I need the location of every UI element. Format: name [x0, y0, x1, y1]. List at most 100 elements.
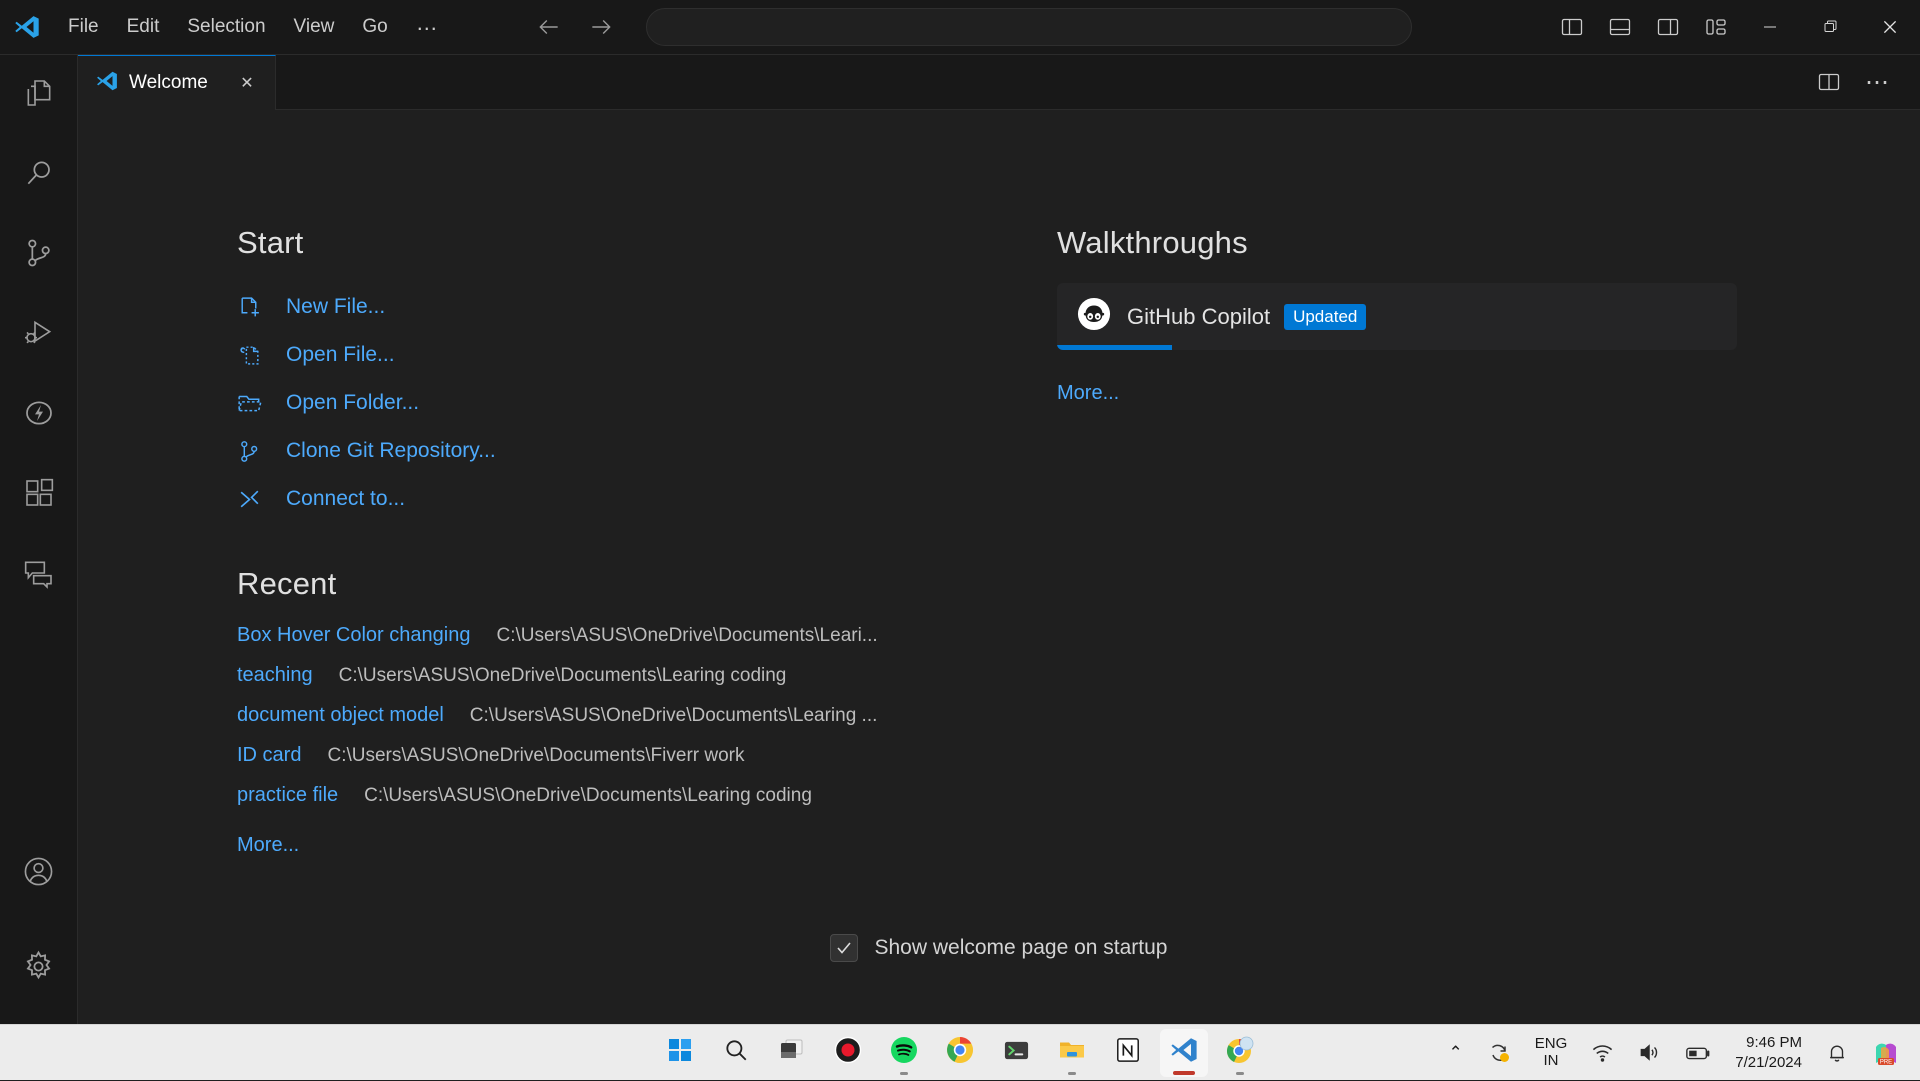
sidebar-item-search[interactable] — [0, 135, 78, 215]
editor-actions: ⋯ — [1808, 55, 1920, 109]
spotify-button[interactable] — [880, 1029, 928, 1077]
menu-overflow-icon[interactable]: … — [402, 8, 454, 46]
sidebar-item-chat[interactable] — [0, 535, 78, 615]
start-link-connect-to[interactable]: Connect to... — [237, 475, 1057, 523]
start-link-new-file[interactable]: New File... — [237, 283, 1057, 331]
vscode-logo-icon — [96, 70, 118, 97]
maximize-button[interactable] — [1800, 0, 1860, 55]
start-link-clone-git-repository[interactable]: Clone Git Repository... — [237, 427, 1057, 475]
tray-overflow-button[interactable]: ⌃ — [1443, 1039, 1469, 1067]
recent-item-name[interactable]: document object model — [237, 704, 444, 727]
files-icon — [23, 77, 55, 114]
start-column: Start New File... — [237, 225, 1057, 857]
recent-item[interactable]: teaching C:\Users\ASUS\OneDrive\Document… — [237, 664, 1057, 704]
notifications-bell-icon[interactable] — [1820, 1038, 1854, 1068]
arrow-left-icon[interactable] — [536, 14, 562, 40]
volume-icon[interactable] — [1632, 1037, 1667, 1068]
welcome-page: Start New File... — [78, 110, 1920, 1024]
recent-item[interactable]: Box Hover Color changing C:\Users\ASUS\O… — [237, 624, 1057, 664]
start-link-open-folder[interactable]: Open Folder... — [237, 379, 1057, 427]
recent-more-link[interactable]: More... — [237, 834, 299, 857]
start-link-open-file[interactable]: Open File... — [237, 331, 1057, 379]
windows-taskbar: ⌃ ENG IN — [0, 1024, 1920, 1080]
walkthroughs-more-link[interactable]: More... — [1057, 382, 1119, 405]
recent-item[interactable]: document object model C:\Users\ASUS\OneD… — [237, 704, 1057, 744]
split-editor-right-icon[interactable] — [1808, 61, 1850, 103]
wifi-icon[interactable] — [1585, 1037, 1620, 1068]
recent-item[interactable]: ID card C:\Users\ASUS\OneDrive\Documents… — [237, 744, 1057, 784]
more-actions-icon[interactable]: ⋯ — [1856, 61, 1898, 103]
file-explorer-button[interactable] — [1048, 1029, 1096, 1077]
sidebar-item-settings[interactable] — [0, 914, 78, 1024]
close-button[interactable] — [1860, 0, 1920, 55]
menu-bar: File Edit Selection View Go … — [54, 8, 454, 46]
extensions-icon — [23, 477, 55, 514]
sidebar-item-extensions[interactable] — [0, 455, 78, 535]
running-indicator — [1236, 1072, 1244, 1075]
customize-layout-icon[interactable] — [1692, 6, 1740, 48]
menu-selection[interactable]: Selection — [173, 10, 279, 45]
terminal-button[interactable] — [992, 1029, 1040, 1077]
sidebar-item-source-control[interactable] — [0, 215, 78, 295]
recent-item[interactable]: practice file C:\Users\ASUS\OneDrive\Doc… — [237, 784, 1057, 824]
recent-item-path: C:\Users\ASUS\OneDrive\Documents\Fiverr … — [327, 745, 744, 767]
clock[interactable]: 9:46 PM 7/21/2024 — [1729, 1029, 1808, 1076]
new-file-icon — [237, 295, 271, 320]
copilot-avatar-icon — [1077, 297, 1111, 336]
tab-close-icon[interactable]: ✕ — [233, 69, 261, 97]
toggle-secondary-sidebar-icon[interactable] — [1644, 6, 1692, 48]
recent-item-path: C:\Users\ASUS\OneDrive\Documents\Learing… — [339, 665, 787, 687]
onedrive-sync-icon[interactable] — [1481, 1037, 1517, 1069]
tab-welcome[interactable]: Welcome ✕ — [78, 55, 276, 110]
office-pre-icon[interactable]: PRE — [1866, 1035, 1906, 1071]
recent-item-name[interactable]: ID card — [237, 744, 301, 767]
minimize-button[interactable] — [1740, 0, 1800, 55]
arrow-right-icon[interactable] — [588, 14, 614, 40]
menu-file[interactable]: File — [54, 10, 113, 45]
recent-item-name[interactable]: Box Hover Color changing — [237, 624, 470, 647]
menu-view[interactable]: View — [280, 10, 349, 45]
recent-item-path: C:\Users\ASUS\OneDrive\Documents\Learing… — [364, 785, 812, 807]
toggle-primary-sidebar-icon[interactable] — [1548, 6, 1596, 48]
navigation-arrows — [536, 14, 614, 40]
search-icon — [723, 1037, 749, 1068]
command-center-input[interactable] — [646, 8, 1412, 46]
task-view-button[interactable] — [768, 1029, 816, 1077]
menu-go[interactable]: Go — [348, 10, 401, 45]
notion-button[interactable] — [1104, 1029, 1152, 1077]
running-indicator — [900, 1072, 908, 1075]
language-primary: ENG — [1535, 1035, 1568, 1052]
menu-edit[interactable]: Edit — [113, 10, 174, 45]
sidebar-item-accounts[interactable] — [0, 834, 78, 914]
lightning-icon — [23, 397, 55, 434]
screen-recorder-button[interactable] — [824, 1029, 872, 1077]
taskbar-search-button[interactable] — [712, 1029, 760, 1077]
vscode-button[interactable] — [1160, 1029, 1208, 1077]
sidebar-item-run-and-debug[interactable] — [0, 295, 78, 375]
walkthrough-card-github-copilot[interactable]: GitHub Copilot Updated — [1057, 283, 1737, 350]
battery-icon[interactable] — [1679, 1038, 1717, 1068]
walkthroughs-section-title: Walkthroughs — [1057, 225, 1757, 261]
show-welcome-on-startup-checkbox[interactable] — [830, 934, 858, 962]
walkthrough-progress-bar — [1057, 345, 1172, 350]
chrome-app-button[interactable] — [1216, 1029, 1264, 1077]
svg-text:PRE: PRE — [1880, 1059, 1892, 1065]
walkthrough-badge: Updated — [1284, 304, 1366, 330]
title-bar: File Edit Selection View Go … — [0, 0, 1920, 55]
chrome-button[interactable] — [936, 1029, 984, 1077]
start-link-label: New File... — [286, 295, 385, 319]
record-icon — [834, 1036, 862, 1069]
toggle-panel-icon[interactable] — [1596, 6, 1644, 48]
language-indicator[interactable]: ENG IN — [1529, 1032, 1574, 1074]
sidebar-item-testing[interactable] — [0, 375, 78, 455]
recent-item-name[interactable]: teaching — [237, 664, 313, 687]
tab-label: Welcome — [129, 72, 208, 94]
task-view-icon — [779, 1037, 805, 1068]
show-welcome-on-startup-label[interactable]: Show welcome page on startup — [874, 936, 1167, 960]
editor-tab-bar: Welcome ✕ ⋯ — [78, 55, 1920, 110]
recent-item-name[interactable]: practice file — [237, 784, 338, 807]
recent-item-path: C:\Users\ASUS\OneDrive\Documents\Leari..… — [496, 625, 877, 647]
start-button[interactable] — [656, 1029, 704, 1077]
sidebar-item-explorer[interactable] — [0, 55, 78, 135]
notion-icon — [1115, 1037, 1141, 1068]
